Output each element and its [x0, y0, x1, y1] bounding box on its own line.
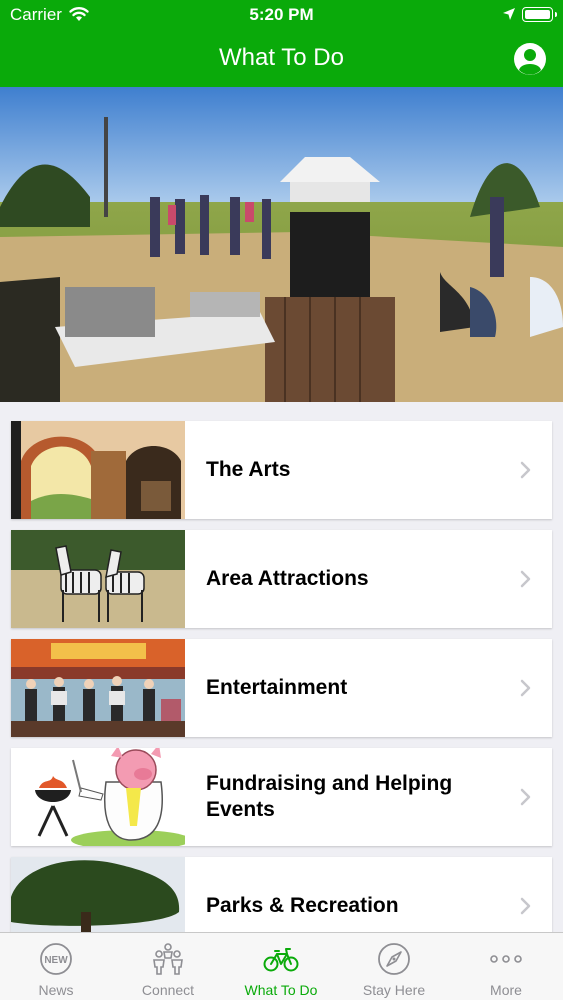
profile-button[interactable]	[514, 43, 546, 75]
list-item-label: Entertainment	[206, 676, 348, 699]
page-title: What To Do	[219, 44, 344, 71]
category-list: The Arts Area Attractions Entertainment …	[0, 402, 563, 932]
user-icon	[515, 44, 545, 75]
tab-stay-here[interactable]: Stay Here	[338, 933, 450, 1000]
list-item-label: Fundraising and Helping Events	[206, 772, 453, 821]
more-dots-icon	[490, 955, 522, 963]
location-arrow-icon	[503, 8, 515, 20]
status-bar: Carrier 5:20 PM	[0, 0, 563, 30]
hero-image	[0, 87, 563, 402]
chevron-right-icon	[520, 461, 531, 479]
chevron-right-icon	[520, 679, 531, 697]
tab-label: News	[38, 982, 74, 998]
bicycle-icon	[263, 948, 299, 972]
tab-label: Stay Here	[362, 982, 426, 998]
tab-label: Connect	[141, 982, 195, 998]
the-arts-thumbnail	[11, 421, 185, 519]
chevron-right-icon	[520, 788, 531, 806]
list-item-area-attractions[interactable]: Area Attractions	[11, 530, 552, 628]
area-attractions-thumbnail	[11, 530, 185, 628]
fundraising-thumbnail	[11, 748, 185, 846]
tab-label: More	[490, 982, 522, 998]
list-item-fundraising[interactable]: Fundraising and Helping Events	[11, 748, 552, 846]
tab-more[interactable]: More	[450, 933, 562, 1000]
list-item-entertainment[interactable]: Entertainment	[11, 639, 552, 737]
clock: 5:20 PM	[249, 5, 314, 24]
compass-icon	[378, 943, 410, 975]
list-item-label: Parks & Recreation	[206, 894, 399, 917]
tab-bar: NEW News Connect What To Do Stay Here Mo…	[0, 932, 563, 1000]
chevron-right-icon	[520, 897, 531, 915]
list-item-the-arts[interactable]: The Arts	[11, 421, 552, 519]
people-icon	[153, 943, 183, 975]
battery-icon	[522, 7, 557, 22]
parks-recreation-thumbnail	[11, 857, 185, 932]
svg-text:NEW: NEW	[44, 955, 68, 966]
tab-connect[interactable]: Connect	[112, 933, 224, 1000]
chevron-right-icon	[520, 570, 531, 588]
tab-label: What To Do	[244, 982, 318, 998]
list-item-label: Area Attractions	[206, 567, 369, 590]
tab-what-to-do[interactable]: What To Do	[225, 933, 337, 1000]
list-item-parks-recreation[interactable]: Parks & Recreation	[11, 857, 552, 932]
navigation-bar: What To Do	[0, 30, 563, 87]
entertainment-thumbnail	[11, 639, 185, 737]
tab-news[interactable]: NEW News	[0, 933, 112, 1000]
list-item-label: The Arts	[206, 458, 291, 481]
news-icon: NEW	[40, 943, 72, 975]
